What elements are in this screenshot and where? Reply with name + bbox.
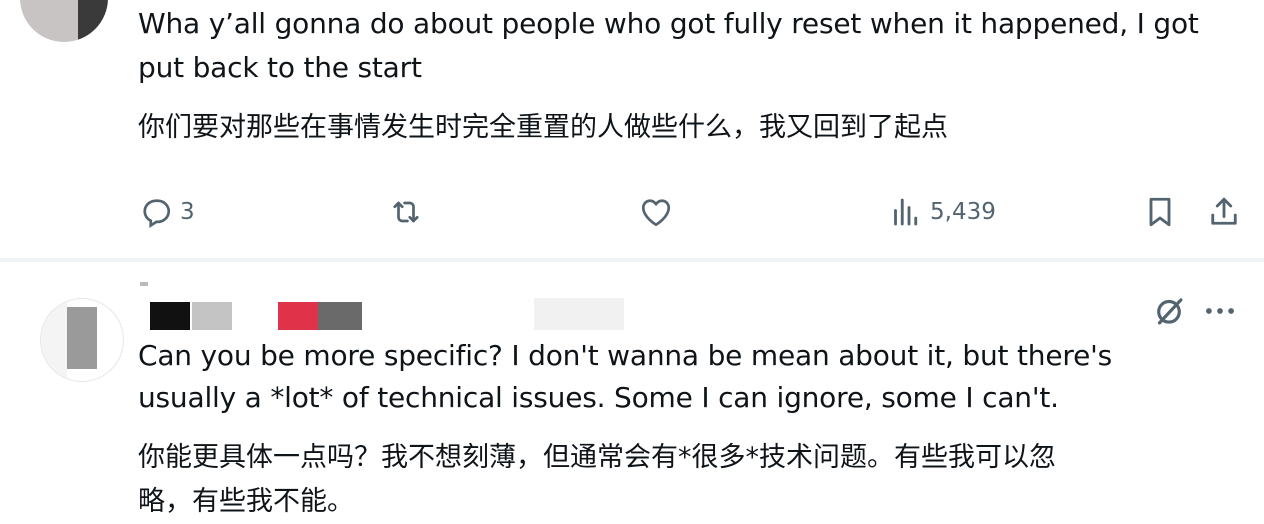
tweet-text-en-line1: Wha y’all gonna do about people who got …: [138, 7, 1199, 40]
heart-icon: [641, 199, 671, 227]
bookmark-icon: [1149, 197, 1171, 227]
avatar[interactable]: [20, 0, 108, 42]
username-blur-1[interactable]: [150, 302, 190, 330]
tweet-text-cn-line1: 你能更具体一点吗？我不想刻薄，但通常会有*很多*技术问题。有些我可以忽: [138, 442, 1056, 473]
tweet-reply-1[interactable]: Wha y’all gonna do about people who got …: [0, 0, 1264, 258]
reply-button[interactable]: 3: [138, 194, 195, 230]
username-blur-3[interactable]: [278, 302, 318, 330]
username-blur-2[interactable]: [192, 302, 232, 330]
retweet-icon: [393, 201, 419, 223]
username-blur-fragment: [140, 282, 148, 286]
tweet-reply-2[interactable]: Can you be more specific? I don't wanna …: [0, 262, 1264, 518]
tweet-text-en-line2: usually a *lot* of technical issues. Som…: [138, 381, 1059, 414]
avatar-blur-center: [67, 307, 97, 369]
like-button[interactable]: [638, 194, 674, 230]
tweet-text-cn: 你们要对那些在事情发生时完全重置的人做些什么，我又回到了起点: [138, 112, 948, 143]
reply-icon: [143, 199, 171, 228]
grok-icon: [1157, 298, 1183, 325]
username-blur-4[interactable]: [318, 302, 362, 330]
tweet-text-en-line1: Can you be more specific? I don't wanna …: [138, 339, 1112, 372]
share-icon: [1211, 197, 1237, 225]
avatar-blur-left: [41, 299, 67, 381]
share-button[interactable]: [1206, 194, 1242, 230]
bookmark-button[interactable]: [1142, 194, 1178, 230]
retweet-button[interactable]: [388, 194, 424, 230]
avatar[interactable]: [40, 298, 124, 382]
avatar-blur-right: [78, 0, 108, 42]
handle-blur: [534, 298, 624, 330]
more-button[interactable]: [1200, 292, 1240, 334]
more-icon: [1206, 308, 1234, 314]
grok-button[interactable]: [1150, 292, 1188, 334]
avatar-blur-left: [20, 0, 80, 42]
reply-count: 3: [180, 199, 195, 225]
tweet-text-cn-line2: 略，有些我不能。: [138, 486, 354, 517]
views-chart-icon: [894, 198, 918, 226]
views-button[interactable]: 5,439: [888, 194, 996, 230]
views-count: 5,439: [930, 199, 996, 225]
tweet-text-en-line2: put back to the start: [138, 51, 422, 84]
